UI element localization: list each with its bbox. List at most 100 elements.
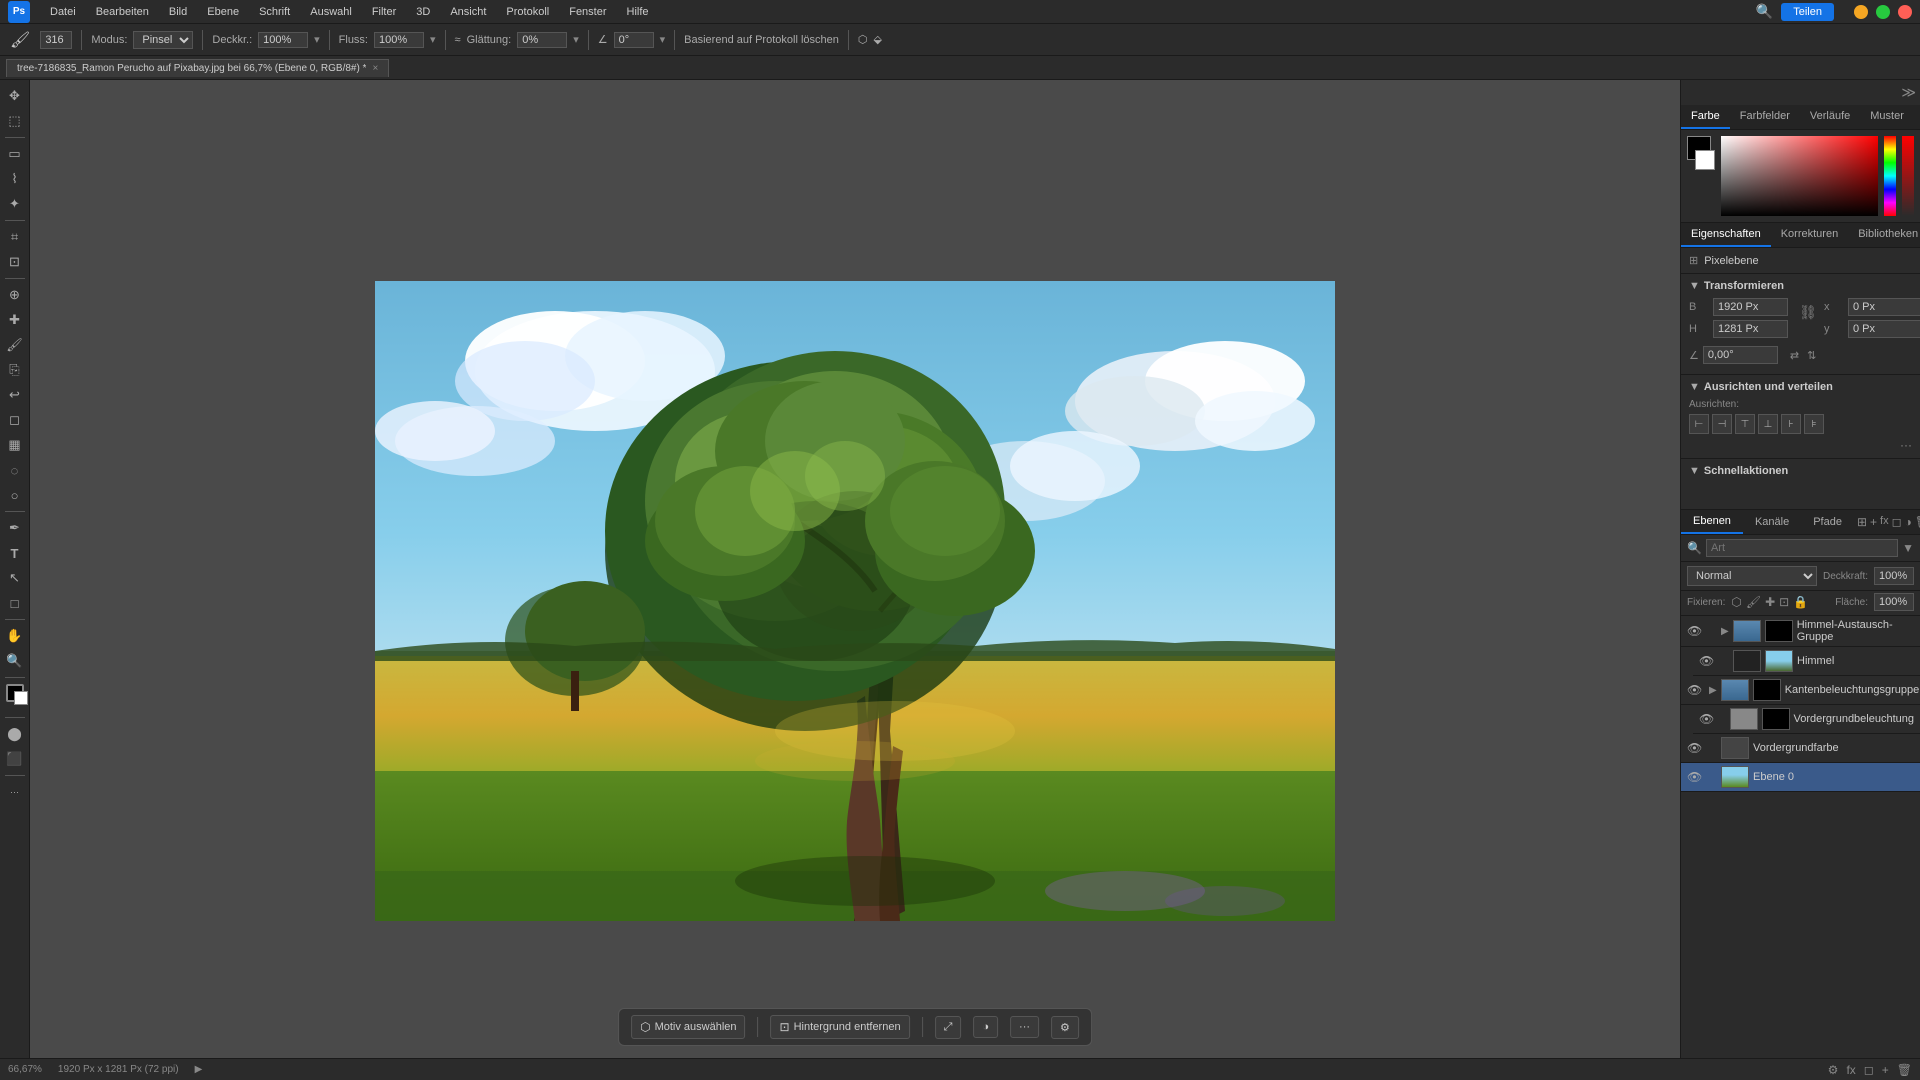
width-input[interactable] (1713, 298, 1788, 316)
tab-farbe[interactable]: Farbe (1681, 105, 1730, 129)
color-correct-tool[interactable]: ◑ (973, 1016, 998, 1038)
angle-arrow[interactable]: ▾ (660, 33, 666, 46)
align-header[interactable]: ▼ Ausrichten und verteilen (1689, 381, 1912, 393)
more-options[interactable]: ··· (1010, 1016, 1039, 1038)
tab-muster[interactable]: Muster (1860, 105, 1914, 129)
transform-header[interactable]: ▼ Transformieren (1689, 280, 1912, 292)
schnell-header[interactable]: ▼ Schnellaktionen (1689, 465, 1912, 477)
blend-mode-select[interactable]: Normal (1687, 566, 1817, 586)
collapse-icon[interactable]: ≫ (1901, 84, 1916, 101)
nav-arrow[interactable]: ▶ (195, 1064, 203, 1075)
visibility-icon-6[interactable]: 👁 (1687, 770, 1701, 784)
menu-datei[interactable]: Datei (42, 4, 84, 20)
tool-crop[interactable]: ⌗ (2, 225, 28, 249)
tab-ebenen[interactable]: Ebenen (1681, 510, 1743, 534)
layer-ebene0[interactable]: 👁 Ebene 0 (1681, 763, 1920, 792)
menu-ebene[interactable]: Ebene (199, 4, 247, 20)
group-expand-3[interactable]: ▶ (1709, 685, 1717, 696)
status-icon-3[interactable]: ◻ (1864, 1063, 1874, 1077)
mask-icon[interactable]: ◻ (1892, 515, 1902, 529)
teilen-button[interactable]: Teilen (1781, 3, 1834, 21)
tool-clone[interactable]: ⎘ (2, 358, 28, 382)
background-color-swatch[interactable] (1695, 150, 1715, 170)
status-icon-4[interactable]: + (1882, 1063, 1889, 1077)
panel-collapse-btn[interactable]: ≫ (1681, 80, 1920, 105)
tool-eyedrop[interactable]: ⊕ (2, 283, 28, 307)
align-right[interactable]: ⊤ (1735, 414, 1755, 434)
tool-dodge[interactable]: ○ (2, 483, 28, 507)
menu-fenster[interactable]: Fenster (561, 4, 614, 20)
tab-pfade[interactable]: Pfade (1801, 511, 1854, 533)
menu-bearbeiten[interactable]: Bearbeiten (88, 4, 157, 20)
align-bottom[interactable]: ⊧ (1804, 414, 1824, 434)
angle-input[interactable] (614, 32, 654, 48)
flip-h-icon[interactable]: ⇄ (1790, 349, 1799, 362)
flip-v-icon[interactable]: ⇅ (1807, 349, 1816, 362)
flache-input[interactable] (1874, 593, 1914, 611)
menu-filter[interactable]: Filter (364, 4, 404, 20)
tab-eigenschaften[interactable]: Eigenschaften (1681, 223, 1771, 247)
delete-layer-icon[interactable]: 🗑 (1915, 515, 1920, 529)
tool-move[interactable]: ✥ (2, 84, 28, 108)
tool-zoom[interactable]: 🔍 (2, 649, 28, 673)
visibility-icon-3[interactable]: 👁 (1687, 683, 1701, 697)
y-input[interactable] (1848, 320, 1920, 338)
tab-korrekturen[interactable]: Korrekturen (1771, 223, 1848, 247)
menu-3d[interactable]: 3D (408, 4, 438, 20)
fluss-arrow[interactable]: ▾ (430, 33, 436, 46)
tab-kanale[interactable]: Kanäle (1743, 511, 1801, 533)
more-tools[interactable]: ··· (2, 780, 28, 804)
quick-mask[interactable]: ⬤ (2, 722, 28, 746)
tab-close-button[interactable]: × (372, 63, 378, 74)
brush-size-display[interactable]: 316 (40, 31, 72, 49)
tool-history[interactable]: ↩ (2, 383, 28, 407)
transform-tool[interactable]: ⤢ (935, 1016, 962, 1039)
tool-gradient[interactable]: ▦ (2, 433, 28, 457)
new-group-icon[interactable]: ⊞ (1857, 515, 1867, 529)
deckkr-arrow[interactable]: ▾ (314, 33, 320, 46)
visibility-icon-4[interactable]: 👁 (1699, 712, 1713, 726)
color-gradient-picker[interactable] (1721, 136, 1878, 216)
fix-transparent-icon[interactable]: ⬡ (1731, 595, 1741, 609)
visibility-icon-5[interactable]: 👁 (1687, 741, 1701, 755)
hintergrund-button[interactable]: ⊡ Hintergrund entfernen (771, 1015, 910, 1039)
modus-select[interactable]: Pinsel (133, 31, 193, 49)
layer-vordergrund[interactable]: 👁 Vordergrundbeleuchtung (1693, 705, 1920, 734)
status-icon-5[interactable]: 🗑 (1897, 1063, 1912, 1077)
angle-value-input[interactable] (1703, 346, 1778, 364)
menu-protokoll[interactable]: Protokoll (498, 4, 557, 20)
fluss-input[interactable] (374, 32, 424, 48)
tool-perspective[interactable]: ⊡ (2, 250, 28, 274)
screen-mode[interactable]: ⬛ (2, 747, 28, 771)
pressure-icon[interactable]: ⬙ (873, 33, 881, 46)
visibility-icon-1[interactable]: 👁 (1687, 624, 1701, 638)
fx-icon[interactable]: fx (1880, 515, 1889, 529)
fix-position-icon[interactable]: ✚ (1765, 595, 1775, 609)
glattung-input[interactable] (517, 32, 567, 48)
tab-verlaufe[interactable]: Verläufe (1800, 105, 1860, 129)
menu-schrift[interactable]: Schrift (251, 4, 298, 20)
layer-group-kanten[interactable]: 👁 ▶ Kantenbeleuchtungsgruppe (1681, 676, 1920, 705)
tool-brush[interactable]: 🖌 (2, 333, 28, 357)
fix-paint-icon[interactable]: 🖌 (1746, 595, 1761, 609)
tool-eraser[interactable]: ◻ (2, 408, 28, 432)
tool-path-select[interactable]: ↖ (2, 566, 28, 590)
tool-blur[interactable]: ◌ (2, 458, 28, 482)
tab-farbfelder[interactable]: Farbfelder (1730, 105, 1800, 129)
tool-brush-icon[interactable]: 🖌 (6, 28, 34, 52)
x-input[interactable] (1848, 298, 1920, 316)
status-icon-2[interactable]: fx (1846, 1063, 1855, 1077)
tool-pen[interactable]: ✒ (2, 516, 28, 540)
tool-type[interactable]: T (2, 541, 28, 565)
group-expand-1[interactable]: ▶ (1721, 626, 1729, 637)
minimize-button[interactable]: — (1854, 5, 1868, 19)
tool-heal[interactable]: ✚ (2, 308, 28, 332)
align-center-h[interactable]: ⊣ (1712, 414, 1732, 434)
visibility-icon-2[interactable]: 👁 (1699, 654, 1713, 668)
fix-all-icon[interactable]: 🔒 (1793, 595, 1808, 609)
tool-rect-select[interactable]: ▭ (2, 142, 28, 166)
tool-hand[interactable]: ✋ (2, 624, 28, 648)
adjustment-icon[interactable]: ◑ (1905, 515, 1912, 529)
deckkr-input[interactable] (258, 32, 308, 48)
tool-wand[interactable]: ✦ (2, 192, 28, 216)
